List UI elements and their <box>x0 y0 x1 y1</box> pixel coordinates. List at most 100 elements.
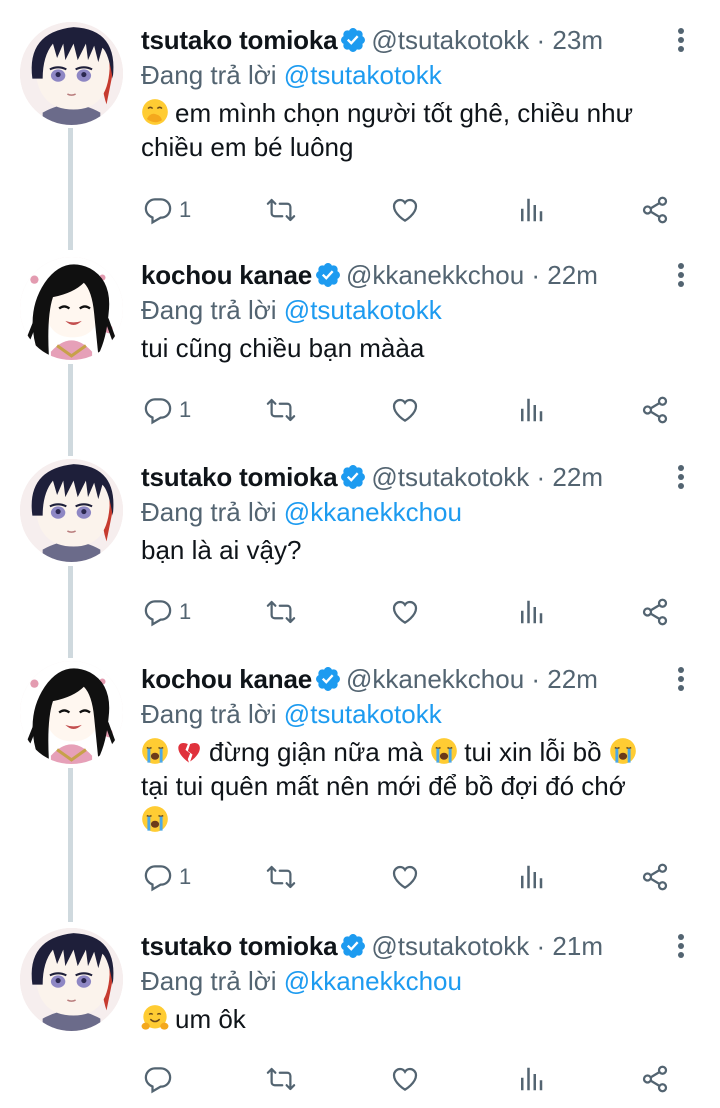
reply-icon <box>143 395 173 425</box>
views-icon <box>516 1064 546 1094</box>
replying-to: Đang trả lời @kkanekkchou <box>141 964 720 998</box>
share-button[interactable] <box>640 390 670 430</box>
more-options-icon[interactable] <box>675 932 687 960</box>
handle[interactable]: @tsutakotokk <box>371 931 529 961</box>
tsutako-avatar[interactable] <box>20 22 123 125</box>
verified-badge-icon <box>314 261 342 289</box>
more-options-icon[interactable] <box>675 463 687 491</box>
display-name[interactable]: tsutako tomioka <box>141 931 338 961</box>
tweet-actions: 1 <box>0 190 720 230</box>
tweet-text: tui cũng chiều bạn mààa <box>141 333 425 363</box>
retweet-button[interactable] <box>266 190 296 230</box>
display-name[interactable]: kochou kanae <box>141 260 312 290</box>
replying-to: Đang trả lời @tsutakotokk <box>141 293 720 327</box>
heart-icon <box>390 395 420 425</box>
broken-heart-emoji-icon <box>175 737 203 765</box>
views-button[interactable] <box>516 1059 546 1099</box>
reply-button[interactable]: 1 <box>143 857 191 897</box>
hand-over-mouth-emoji-icon <box>141 98 169 126</box>
share-icon <box>640 395 670 425</box>
mention-link[interactable]: @tsutakotokk <box>284 295 442 325</box>
mention-link[interactable]: @tsutakotokk <box>284 60 442 90</box>
retweet-icon <box>266 1064 296 1094</box>
like-button[interactable] <box>390 592 420 632</box>
verified-badge-icon <box>339 932 367 960</box>
tweet-actions: 1 <box>0 390 720 430</box>
reply-button[interactable]: 1 <box>143 390 191 430</box>
views-button[interactable] <box>516 592 546 632</box>
views-button[interactable] <box>516 857 546 897</box>
mention-link[interactable]: @kkanekkchou <box>284 966 462 996</box>
share-icon <box>640 862 670 892</box>
views-button[interactable] <box>516 190 546 230</box>
separator-dot: · <box>536 25 546 55</box>
reply-count: 1 <box>179 397 192 422</box>
timestamp[interactable]: 22m <box>547 664 598 694</box>
share-button[interactable] <box>640 1059 670 1099</box>
tweet-actions: 1 <box>0 592 720 632</box>
reply-icon <box>143 195 173 225</box>
reply-button[interactable]: 1 <box>143 190 191 230</box>
verified-badge-icon <box>314 665 342 693</box>
mention-link[interactable]: @kkanekkchou <box>284 497 462 527</box>
like-button[interactable] <box>390 857 420 897</box>
share-icon <box>640 195 670 225</box>
reply-icon <box>143 862 173 892</box>
more-options-icon[interactable] <box>675 26 687 54</box>
like-button[interactable] <box>390 1059 420 1099</box>
reply-icon <box>143 1064 173 1094</box>
handle[interactable]: @tsutakotokk <box>371 462 529 492</box>
retweet-button[interactable] <box>266 1059 296 1099</box>
handle[interactable]: @kkanekkchou <box>346 664 524 694</box>
replying-label: Đang trả lời <box>141 699 277 729</box>
handle[interactable]: @kkanekkchou <box>346 260 524 290</box>
retweet-button[interactable] <box>266 390 296 430</box>
timestamp[interactable]: 22m <box>552 462 603 492</box>
timestamp[interactable]: 22m <box>547 260 598 290</box>
share-button[interactable] <box>640 857 670 897</box>
tsutako-avatar[interactable] <box>20 928 123 1031</box>
hugging-face-emoji-icon <box>141 1004 169 1032</box>
views-icon <box>516 195 546 225</box>
display-name[interactable]: tsutako tomioka <box>141 462 338 492</box>
more-options-icon[interactable] <box>675 261 687 289</box>
separator-dot: · <box>531 260 541 290</box>
retweet-icon <box>266 195 296 225</box>
replying-label: Đang trả lời <box>141 60 277 90</box>
retweet-button[interactable] <box>266 592 296 632</box>
share-button[interactable] <box>640 592 670 632</box>
more-options-icon[interactable] <box>675 665 687 693</box>
tweet-text: um ôk <box>141 1002 720 1036</box>
reply-icon <box>143 597 173 627</box>
like-button[interactable] <box>390 190 420 230</box>
display-name[interactable]: kochou kanae <box>141 664 312 694</box>
views-button[interactable] <box>516 390 546 430</box>
kanae-avatar[interactable] <box>20 661 123 764</box>
share-button[interactable] <box>640 190 670 230</box>
tsutako-avatar[interactable] <box>20 459 123 562</box>
display-name[interactable]: tsutako tomioka <box>141 25 338 55</box>
reply-button[interactable] <box>143 1059 179 1099</box>
kanae-avatar[interactable] <box>20 257 123 360</box>
heart-icon <box>390 195 420 225</box>
retweet-icon <box>266 862 296 892</box>
timestamp[interactable]: 23m <box>552 25 603 55</box>
tweet-text: em mình chọn người tốt ghê, chiều như chi… <box>141 98 634 162</box>
tweet-actions: 1 <box>0 857 720 897</box>
like-button[interactable] <box>390 390 420 430</box>
thread-line <box>68 128 73 250</box>
heart-icon <box>390 597 420 627</box>
thread-line <box>68 768 73 922</box>
handle[interactable]: @tsutakotokk <box>371 25 529 55</box>
reply-button[interactable]: 1 <box>143 592 191 632</box>
retweet-icon <box>266 395 296 425</box>
separator-dot: · <box>536 462 546 492</box>
retweet-button[interactable] <box>266 857 296 897</box>
replying-to: Đang trả lời @tsutakotokk <box>141 58 720 92</box>
heart-icon <box>390 1064 420 1094</box>
loudly-crying-emoji-icon <box>430 737 458 765</box>
timestamp[interactable]: 21m <box>552 931 603 961</box>
tweet-text: bạn là ai vậy? <box>141 535 302 565</box>
loudly-crying-emoji-icon <box>609 737 637 765</box>
mention-link[interactable]: @tsutakotokk <box>284 699 442 729</box>
